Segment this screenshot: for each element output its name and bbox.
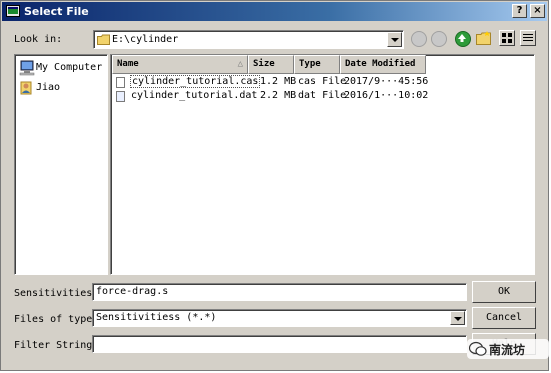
table-row[interactable]: cylinder_tutorial.cas 1.2 MB cas File 20… [114,75,428,89]
look-in-label: Look in: [14,34,63,45]
chevron-down-icon[interactable] [387,32,402,47]
window-title: Select File [24,5,89,18]
files-of-type-label: Files of type: [14,314,99,325]
column-type-label: Type [299,59,321,69]
computer-icon [19,60,35,76]
close-icon: × [533,5,542,16]
filter-string-label: Filter String [14,340,93,351]
column-header-type[interactable]: Type [294,55,340,74]
column-name-label: Name [117,59,139,69]
back-icon[interactable] [411,31,427,47]
new-folder-icon[interactable] [476,31,491,45]
watermark-text: 南流坊 [489,343,526,357]
place-jiao[interactable]: Jiao [36,82,60,93]
forward-icon[interactable] [431,31,447,47]
watermark: 南流坊 [467,339,549,359]
file-icon [116,91,125,102]
column-date-label: Date Modified [345,59,416,69]
sensitivities-label: Sensitivities [14,288,93,299]
column-size-label: Size [253,59,275,69]
column-header-size[interactable]: Size [248,55,294,74]
user-icon [20,81,32,95]
chevron-down-icon[interactable] [450,311,465,325]
look-in-combo[interactable]: E:\cylinder [93,30,404,49]
file-icon [116,77,125,88]
places-pane: My Computer Jiao [14,54,108,275]
app-icon [6,5,20,17]
table-row[interactable]: cylinder_tutorial.dat 2.2 MB dat File 20… [114,90,428,103]
wechat-icon [469,341,487,356]
file-size: 1.2 MB [260,76,297,87]
place-my-computer[interactable]: My Computer [36,62,102,73]
filter-string-input[interactable] [92,335,467,353]
file-type: cas File [298,76,347,87]
help-title-button[interactable]: ? [512,4,527,18]
look-in-path: E:\cylinder [112,34,179,45]
title-bar[interactable]: Select File ? × [2,2,547,21]
cancel-button[interactable]: Cancel [472,307,536,329]
files-of-type-select[interactable]: Sensitivitiess (*.*) [92,309,467,327]
sort-arrow-icon: △ [237,59,243,69]
details-view-icon[interactable] [520,30,536,46]
column-header-name[interactable]: Name △ [112,55,248,74]
file-date: 2016/1···10:02 [344,90,429,101]
file-date: 2017/9···45:56 [344,76,429,87]
column-header-date[interactable]: Date Modified [340,55,426,74]
up-folder-icon[interactable] [455,31,471,47]
ok-button[interactable]: OK [472,281,536,303]
sensitivities-input[interactable]: force-drag.s [92,283,467,301]
file-name: cylinder_tutorial.cas [130,75,261,88]
select-file-dialog: Select File ? × Look in: E:\cylinder My … [0,0,549,371]
folder-icon [97,34,110,45]
file-name: cylinder_tutorial.dat [131,90,258,101]
close-button[interactable]: × [530,4,545,18]
file-size: 2.2 MB [260,90,297,101]
list-view-icon[interactable] [499,30,515,46]
files-of-type-value: Sensitivitiess (*.*) [96,312,217,323]
sensitivities-value: force-drag.s [96,286,169,297]
file-type: dat File [298,90,347,101]
help-icon: ? [516,5,523,16]
